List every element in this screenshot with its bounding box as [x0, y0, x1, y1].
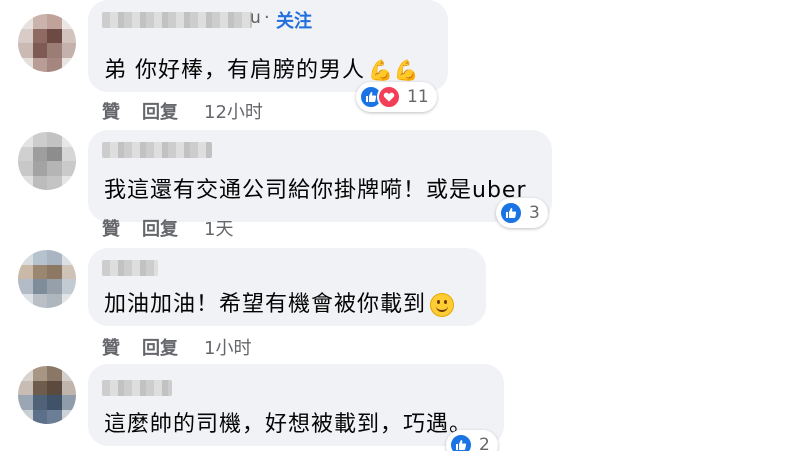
- reaction-count: 2: [479, 435, 490, 451]
- comment-text: 弟 你好棒，有肩膀的男人 💪💪: [104, 52, 420, 84]
- comment-text: 這麼帥的司機，好想被載到，巧遇。: [104, 412, 473, 437]
- avatar[interactable]: [18, 14, 76, 72]
- reaction-summary[interactable]: 11: [356, 82, 437, 112]
- comment-text: 我這還有交通公司給你掛牌嗬！或是uber: [104, 178, 527, 203]
- commenter-name-redacted[interactable]: [102, 380, 172, 396]
- comment-timestamp[interactable]: 1天: [204, 215, 233, 241]
- comment-text: 加油加油！希望有機會被你載到: [104, 286, 455, 318]
- follow-link[interactable]: 关注: [276, 7, 312, 33]
- comment-bubble: 我這還有交通公司給你掛牌嗬！或是uber: [88, 130, 552, 222]
- reaction-summary[interactable]: 2: [446, 430, 498, 451]
- comment-bubble: 這麼帥的司機，好想被載到，巧遇。: [88, 364, 504, 446]
- like-icon: [449, 433, 473, 451]
- comment-text-body: 弟 你好棒，有肩膀的男人: [104, 58, 365, 83]
- like-button[interactable]: 贊: [102, 98, 120, 124]
- comment-text-body: 加油加油！希望有機會被你載到: [104, 292, 427, 317]
- comment-bubble: 加油加油！希望有機會被你載到: [88, 248, 486, 326]
- like-button[interactable]: 贊: [102, 215, 120, 241]
- reaction-count: 3: [529, 203, 540, 223]
- comment-actions: 贊 回复 1天: [102, 215, 233, 241]
- separator-dot: ·: [264, 7, 270, 28]
- like-button[interactable]: 贊: [102, 334, 120, 360]
- commenter-name-redacted[interactable]: [102, 12, 252, 28]
- muscle-emoji: 💪💪: [368, 58, 420, 82]
- commenter-name-redacted[interactable]: [102, 260, 158, 276]
- comment-timestamp[interactable]: 1小时: [204, 334, 251, 360]
- comment-actions: 贊 回复 1小时: [102, 334, 251, 360]
- reply-button[interactable]: 回复: [142, 98, 178, 124]
- love-icon: [377, 85, 401, 109]
- avatar[interactable]: [18, 132, 76, 190]
- comment-feed: u · 关注 弟 你好棒，有肩膀的男人 💪💪 11 贊 回复 12小时 我這還有…: [0, 0, 800, 451]
- avatar[interactable]: [18, 250, 76, 308]
- like-icon: [499, 201, 523, 225]
- comment-actions: 贊 回复 12小时: [102, 98, 263, 124]
- comment-bubble: u · 关注 弟 你好棒，有肩膀的男人 💪💪: [88, 0, 448, 92]
- reaction-count: 11: [407, 87, 429, 107]
- avatar[interactable]: [18, 366, 76, 424]
- commenter-name-suffix[interactable]: u: [250, 8, 261, 28]
- smile-emoji: [430, 293, 455, 317]
- comment-timestamp[interactable]: 12小时: [204, 98, 263, 124]
- reply-button[interactable]: 回复: [142, 215, 178, 241]
- reaction-summary[interactable]: 3: [496, 198, 548, 228]
- commenter-name-redacted[interactable]: [102, 142, 212, 158]
- reply-button[interactable]: 回复: [142, 334, 178, 360]
